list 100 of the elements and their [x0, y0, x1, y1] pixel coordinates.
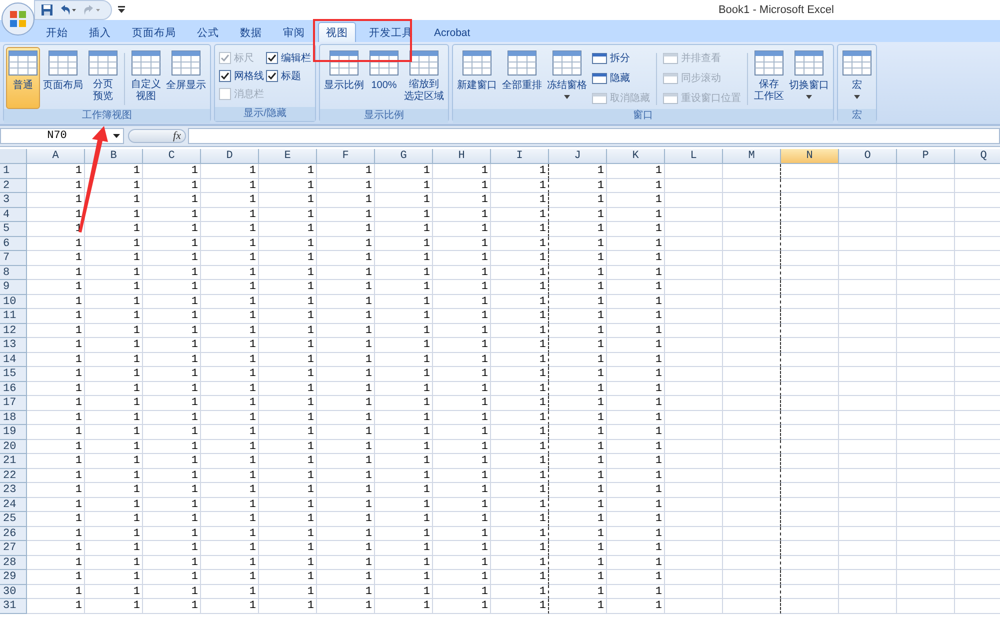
sheet-cell[interactable]: 1 [375, 338, 433, 352]
sheet-cell[interactable] [723, 512, 781, 526]
sheet-cell[interactable] [723, 309, 781, 324]
sheet-cell[interactable]: 1 [549, 440, 607, 454]
sheet-cell[interactable]: 1 [259, 208, 317, 222]
sheet-cell[interactable]: 1 [85, 541, 143, 556]
sheet-cell[interactable]: 1 [201, 222, 259, 236]
sheet-cell[interactable]: 1 [491, 382, 549, 396]
sheet-cell[interactable]: 1 [259, 266, 317, 280]
sheet-cell[interactable]: 1 [375, 294, 433, 309]
ribbon-button[interactable]: 切换窗口 [787, 47, 831, 109]
sheet-cell[interactable]: 1 [375, 425, 433, 440]
row-header[interactable]: 21 [0, 454, 27, 468]
sheet-cell[interactable]: 1 [607, 454, 665, 468]
sheet-cell[interactable]: 1 [607, 556, 665, 570]
ribbon-button[interactable]: 缩放到 选定区域 [402, 47, 446, 109]
row-header[interactable]: 19 [0, 425, 27, 440]
sheet-cell[interactable] [723, 164, 781, 178]
sheet-cell[interactable]: 1 [143, 512, 201, 526]
sheet-cell[interactable]: 1 [549, 454, 607, 468]
sheet-cell[interactable]: 1 [317, 294, 375, 309]
sheet-cell[interactable]: 1 [143, 164, 201, 178]
sheet-cell[interactable] [723, 483, 781, 498]
sheet-cell[interactable]: 1 [27, 440, 85, 454]
sheet-cell[interactable]: 1 [143, 251, 201, 266]
sheet-cell[interactable]: 1 [259, 294, 317, 309]
sheet-cell[interactable]: 1 [259, 483, 317, 498]
sheet-cell[interactable]: 1 [549, 193, 607, 208]
sheet-cell[interactable]: 1 [491, 584, 549, 599]
sheet-cell[interactable]: 1 [433, 396, 491, 410]
sheet-cell[interactable]: 1 [317, 208, 375, 222]
row-header[interactable]: 10 [0, 294, 27, 309]
sheet-cell[interactable]: 1 [85, 324, 143, 338]
column-header[interactable]: I [491, 149, 549, 164]
sheet-cell[interactable]: 1 [201, 280, 259, 294]
ribbon-button[interactable]: 分页 预览 [86, 47, 120, 109]
sheet-cell[interactable] [723, 468, 781, 483]
sheet-cell[interactable]: 1 [491, 599, 549, 614]
sheet-cell[interactable] [723, 570, 781, 584]
sheet-cell[interactable]: 1 [143, 222, 201, 236]
sheet-cell[interactable]: 1 [491, 338, 549, 352]
sheet-cell[interactable] [723, 410, 781, 425]
sheet-cell[interactable]: 1 [259, 338, 317, 352]
row-header[interactable]: 17 [0, 396, 27, 410]
sheet-cell[interactable]: 1 [201, 352, 259, 367]
sheet-cell[interactable]: 1 [491, 498, 549, 512]
sheet-cell[interactable]: 1 [491, 425, 549, 440]
select-all-corner[interactable] [0, 149, 27, 164]
sheet-cell[interactable]: 1 [259, 178, 317, 193]
column-header[interactable]: H [433, 149, 491, 164]
sheet-cell[interactable]: 1 [433, 324, 491, 338]
sheet-cell[interactable]: 1 [259, 512, 317, 526]
sheet-cell[interactable] [723, 178, 781, 193]
sheet-cell[interactable] [723, 526, 781, 541]
sheet-cell[interactable]: 1 [433, 193, 491, 208]
row-header[interactable]: 11 [0, 309, 27, 324]
sheet-cell[interactable]: 1 [317, 584, 375, 599]
sheet-cell[interactable]: 1 [549, 280, 607, 294]
sheet-cell[interactable]: 1 [433, 338, 491, 352]
sheet-cell[interactable]: 1 [491, 251, 549, 266]
sheet-cell[interactable]: 1 [27, 599, 85, 614]
sheet-cell[interactable]: 1 [201, 251, 259, 266]
sheet-cell[interactable]: 1 [607, 526, 665, 541]
sheet-cell[interactable]: 1 [27, 570, 85, 584]
sheet-cell[interactable]: 1 [85, 584, 143, 599]
sheet-cell[interactable]: 1 [27, 526, 85, 541]
row-header[interactable]: 27 [0, 541, 27, 556]
sheet-cell[interactable]: 1 [85, 338, 143, 352]
ribbon-tab[interactable]: 插入 [81, 22, 119, 42]
sheet-cell[interactable]: 1 [85, 440, 143, 454]
sheet-cell[interactable]: 1 [433, 367, 491, 382]
ribbon-button[interactable]: 全部重排 [500, 47, 544, 109]
sheet-cell[interactable] [723, 338, 781, 352]
sheet-cell[interactable]: 1 [375, 512, 433, 526]
sheet-cell[interactable]: 1 [491, 556, 549, 570]
sheet-cell[interactable]: 1 [143, 425, 201, 440]
sheet-cell[interactable]: 1 [317, 410, 375, 425]
sheet-cell[interactable]: 1 [143, 526, 201, 541]
sheet-cell[interactable] [723, 251, 781, 266]
sheet-cell[interactable]: 1 [491, 222, 549, 236]
sheet-cell[interactable]: 1 [375, 570, 433, 584]
sheet-cell[interactable]: 1 [491, 410, 549, 425]
column-header[interactable]: D [201, 149, 259, 164]
sheet-cell[interactable]: 1 [143, 570, 201, 584]
row-header[interactable]: 23 [0, 483, 27, 498]
ribbon-small-button[interactable]: 拆分 [590, 49, 652, 67]
sheet-cell[interactable]: 1 [491, 367, 549, 382]
sheet-cell[interactable]: 1 [317, 193, 375, 208]
row-header[interactable]: 24 [0, 498, 27, 512]
sheet-cell[interactable]: 1 [491, 193, 549, 208]
sheet-cell[interactable]: 1 [85, 294, 143, 309]
sheet-cell[interactable]: 1 [143, 599, 201, 614]
sheet-cell[interactable]: 1 [85, 396, 143, 410]
sheet-cell[interactable]: 1 [27, 251, 85, 266]
column-header[interactable]: G [375, 149, 433, 164]
sheet-cell[interactable]: 1 [259, 541, 317, 556]
sheet-cell[interactable]: 1 [607, 498, 665, 512]
sheet-cell[interactable]: 1 [375, 251, 433, 266]
sheet-cell[interactable]: 1 [201, 266, 259, 280]
sheet-cell[interactable]: 1 [607, 236, 665, 251]
